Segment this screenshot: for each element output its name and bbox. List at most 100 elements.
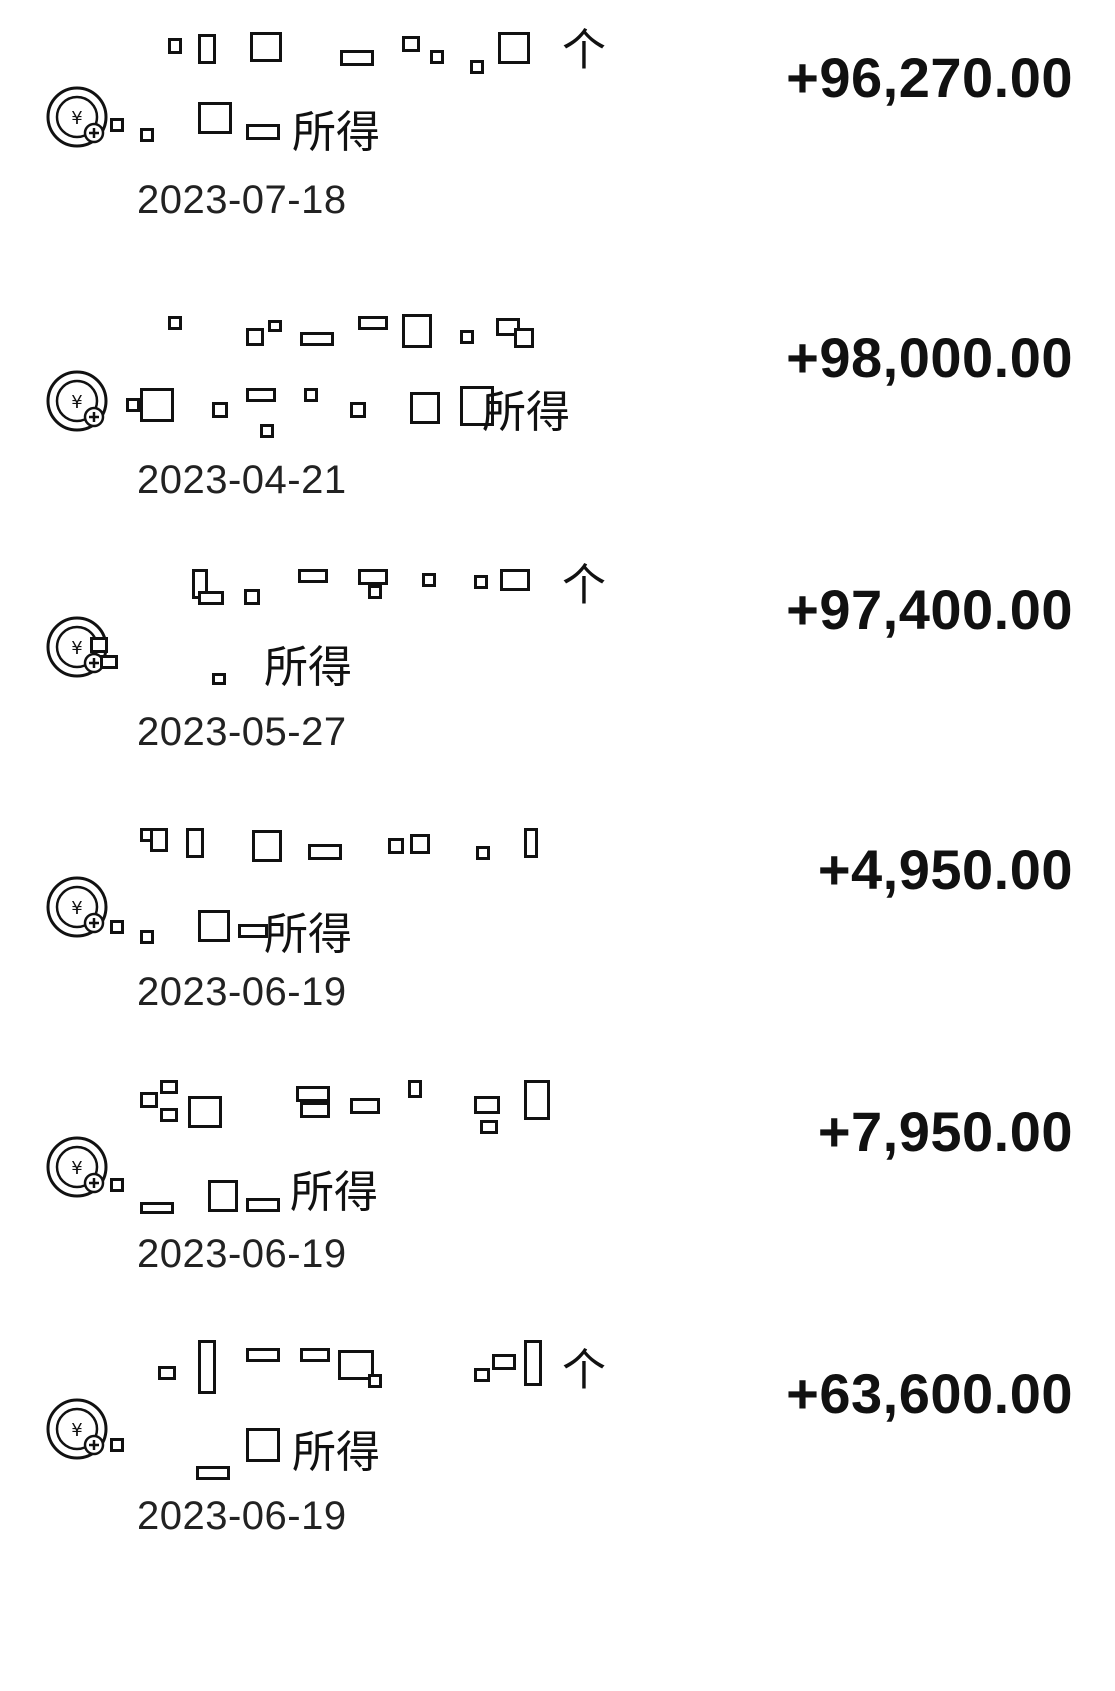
record-amount: +7,950.00 [817, 1100, 1073, 1163]
record-amount: +63,600.00 [786, 1362, 1073, 1425]
redaction-block [198, 1340, 216, 1394]
record-date: 2023-06-19 [137, 1494, 347, 1538]
record-date: 2023-07-18 [137, 178, 347, 222]
redaction-block [244, 589, 260, 605]
redaction-block [474, 1096, 500, 1114]
redaction-block [358, 316, 388, 330]
redaction-block [160, 1108, 178, 1122]
redaction-block [474, 575, 488, 589]
redaction-block [350, 1098, 380, 1114]
redaction-block [368, 1374, 382, 1388]
redacted-title-line-1 [140, 300, 660, 362]
redaction-block [476, 846, 490, 860]
redaction-block [150, 828, 168, 852]
redaction-block [110, 118, 124, 132]
redaction-block [268, 320, 282, 332]
redaction-block [524, 828, 538, 858]
record-amount: +4,950.00 [817, 838, 1073, 901]
redaction-block [296, 1086, 330, 1102]
redaction-block [246, 328, 264, 346]
record-title: 所得 [110, 822, 660, 972]
redacted-title-line-1: 个 [140, 1340, 660, 1402]
record-date: 2023-06-19 [137, 1232, 347, 1276]
record-title: 个 所得 [90, 555, 660, 705]
svg-text:¥: ¥ [71, 1420, 82, 1441]
record-amount: +97,400.00 [786, 578, 1073, 641]
redaction-block [350, 402, 366, 418]
title-suffix-line-2: 所得 [290, 1168, 378, 1217]
redaction-block [160, 1080, 178, 1094]
svg-text:¥: ¥ [71, 392, 82, 413]
record-title: 个 所得 [110, 20, 660, 170]
redaction-block [168, 38, 182, 54]
title-suffix-line-1: 个 [562, 561, 606, 610]
redaction-block [140, 128, 154, 142]
redaction-block [246, 388, 276, 402]
redaction-block [126, 398, 140, 412]
redaction-block [358, 569, 388, 585]
redaction-block [300, 1348, 330, 1362]
redaction-block [524, 1340, 542, 1386]
redacted-title-line-2: 所得 [126, 382, 660, 444]
redacted-title-line-2: 所得 [110, 102, 660, 164]
redaction-block [168, 316, 182, 330]
redaction-block [524, 1080, 550, 1120]
redaction-block [212, 673, 226, 685]
record-title: 所得 [110, 1080, 660, 1230]
record-date: 2023-06-19 [137, 970, 347, 1014]
title-suffix-line-2: 所得 [292, 108, 380, 157]
redaction-block [252, 830, 282, 862]
yuan-coin-icon: ¥ [44, 1396, 114, 1466]
redaction-block [388, 838, 404, 854]
title-suffix-line-1: 个 [562, 26, 606, 75]
redaction-block [246, 124, 280, 140]
redaction-block [410, 392, 440, 424]
title-suffix-line-2: 所得 [264, 643, 352, 692]
redaction-block [198, 102, 232, 134]
redaction-block [492, 1354, 516, 1370]
record-title: 个 所得 [110, 1340, 660, 1490]
redaction-block [514, 328, 534, 348]
redaction-block [188, 1096, 222, 1128]
yuan-coin-icon: ¥ [44, 1134, 114, 1204]
redaction-block [408, 1080, 422, 1098]
income-record-list: ¥ 个 所得 2023-07-18 +96,270.00 ¥ 所得 2023-0… [0, 0, 1115, 1691]
svg-text:¥: ¥ [71, 638, 82, 659]
redaction-block [90, 637, 108, 653]
redaction-block [158, 1366, 176, 1380]
redaction-block [246, 1198, 280, 1212]
redaction-block [186, 828, 204, 858]
redaction-block [250, 32, 282, 62]
redaction-block [410, 834, 430, 854]
redaction-block [308, 844, 342, 860]
redacted-title-line-2: 所得 [110, 1162, 660, 1224]
redaction-block [198, 910, 230, 942]
redaction-block [140, 1092, 158, 1108]
redaction-block [460, 330, 474, 344]
redaction-block [498, 32, 530, 64]
redaction-block [300, 332, 334, 346]
redaction-block [500, 569, 530, 591]
svg-text:¥: ¥ [71, 108, 82, 129]
redaction-block [246, 1428, 280, 1462]
redacted-title-line-2: 所得 [110, 904, 660, 966]
title-suffix-line-2: 所得 [264, 910, 352, 959]
redaction-block [140, 1202, 174, 1214]
redaction-block [402, 36, 420, 52]
svg-text:¥: ¥ [71, 898, 82, 919]
redacted-title-line-1: 个 [140, 20, 660, 82]
redaction-block [140, 388, 174, 422]
redacted-title-line-2: 所得 [110, 1422, 660, 1484]
redaction-block [198, 34, 216, 64]
redaction-block [340, 50, 374, 66]
record-title: 所得 [126, 300, 660, 450]
svg-text:¥: ¥ [71, 1158, 82, 1179]
redaction-block [402, 314, 432, 348]
redaction-block [422, 573, 436, 587]
record-date: 2023-05-27 [137, 710, 347, 754]
redacted-title-line-1: 个 [140, 555, 660, 617]
title-suffix-line-2: 所得 [292, 1428, 380, 1477]
yuan-coin-icon: ¥ [44, 368, 114, 438]
redaction-block [198, 591, 224, 605]
redaction-block [212, 402, 228, 418]
